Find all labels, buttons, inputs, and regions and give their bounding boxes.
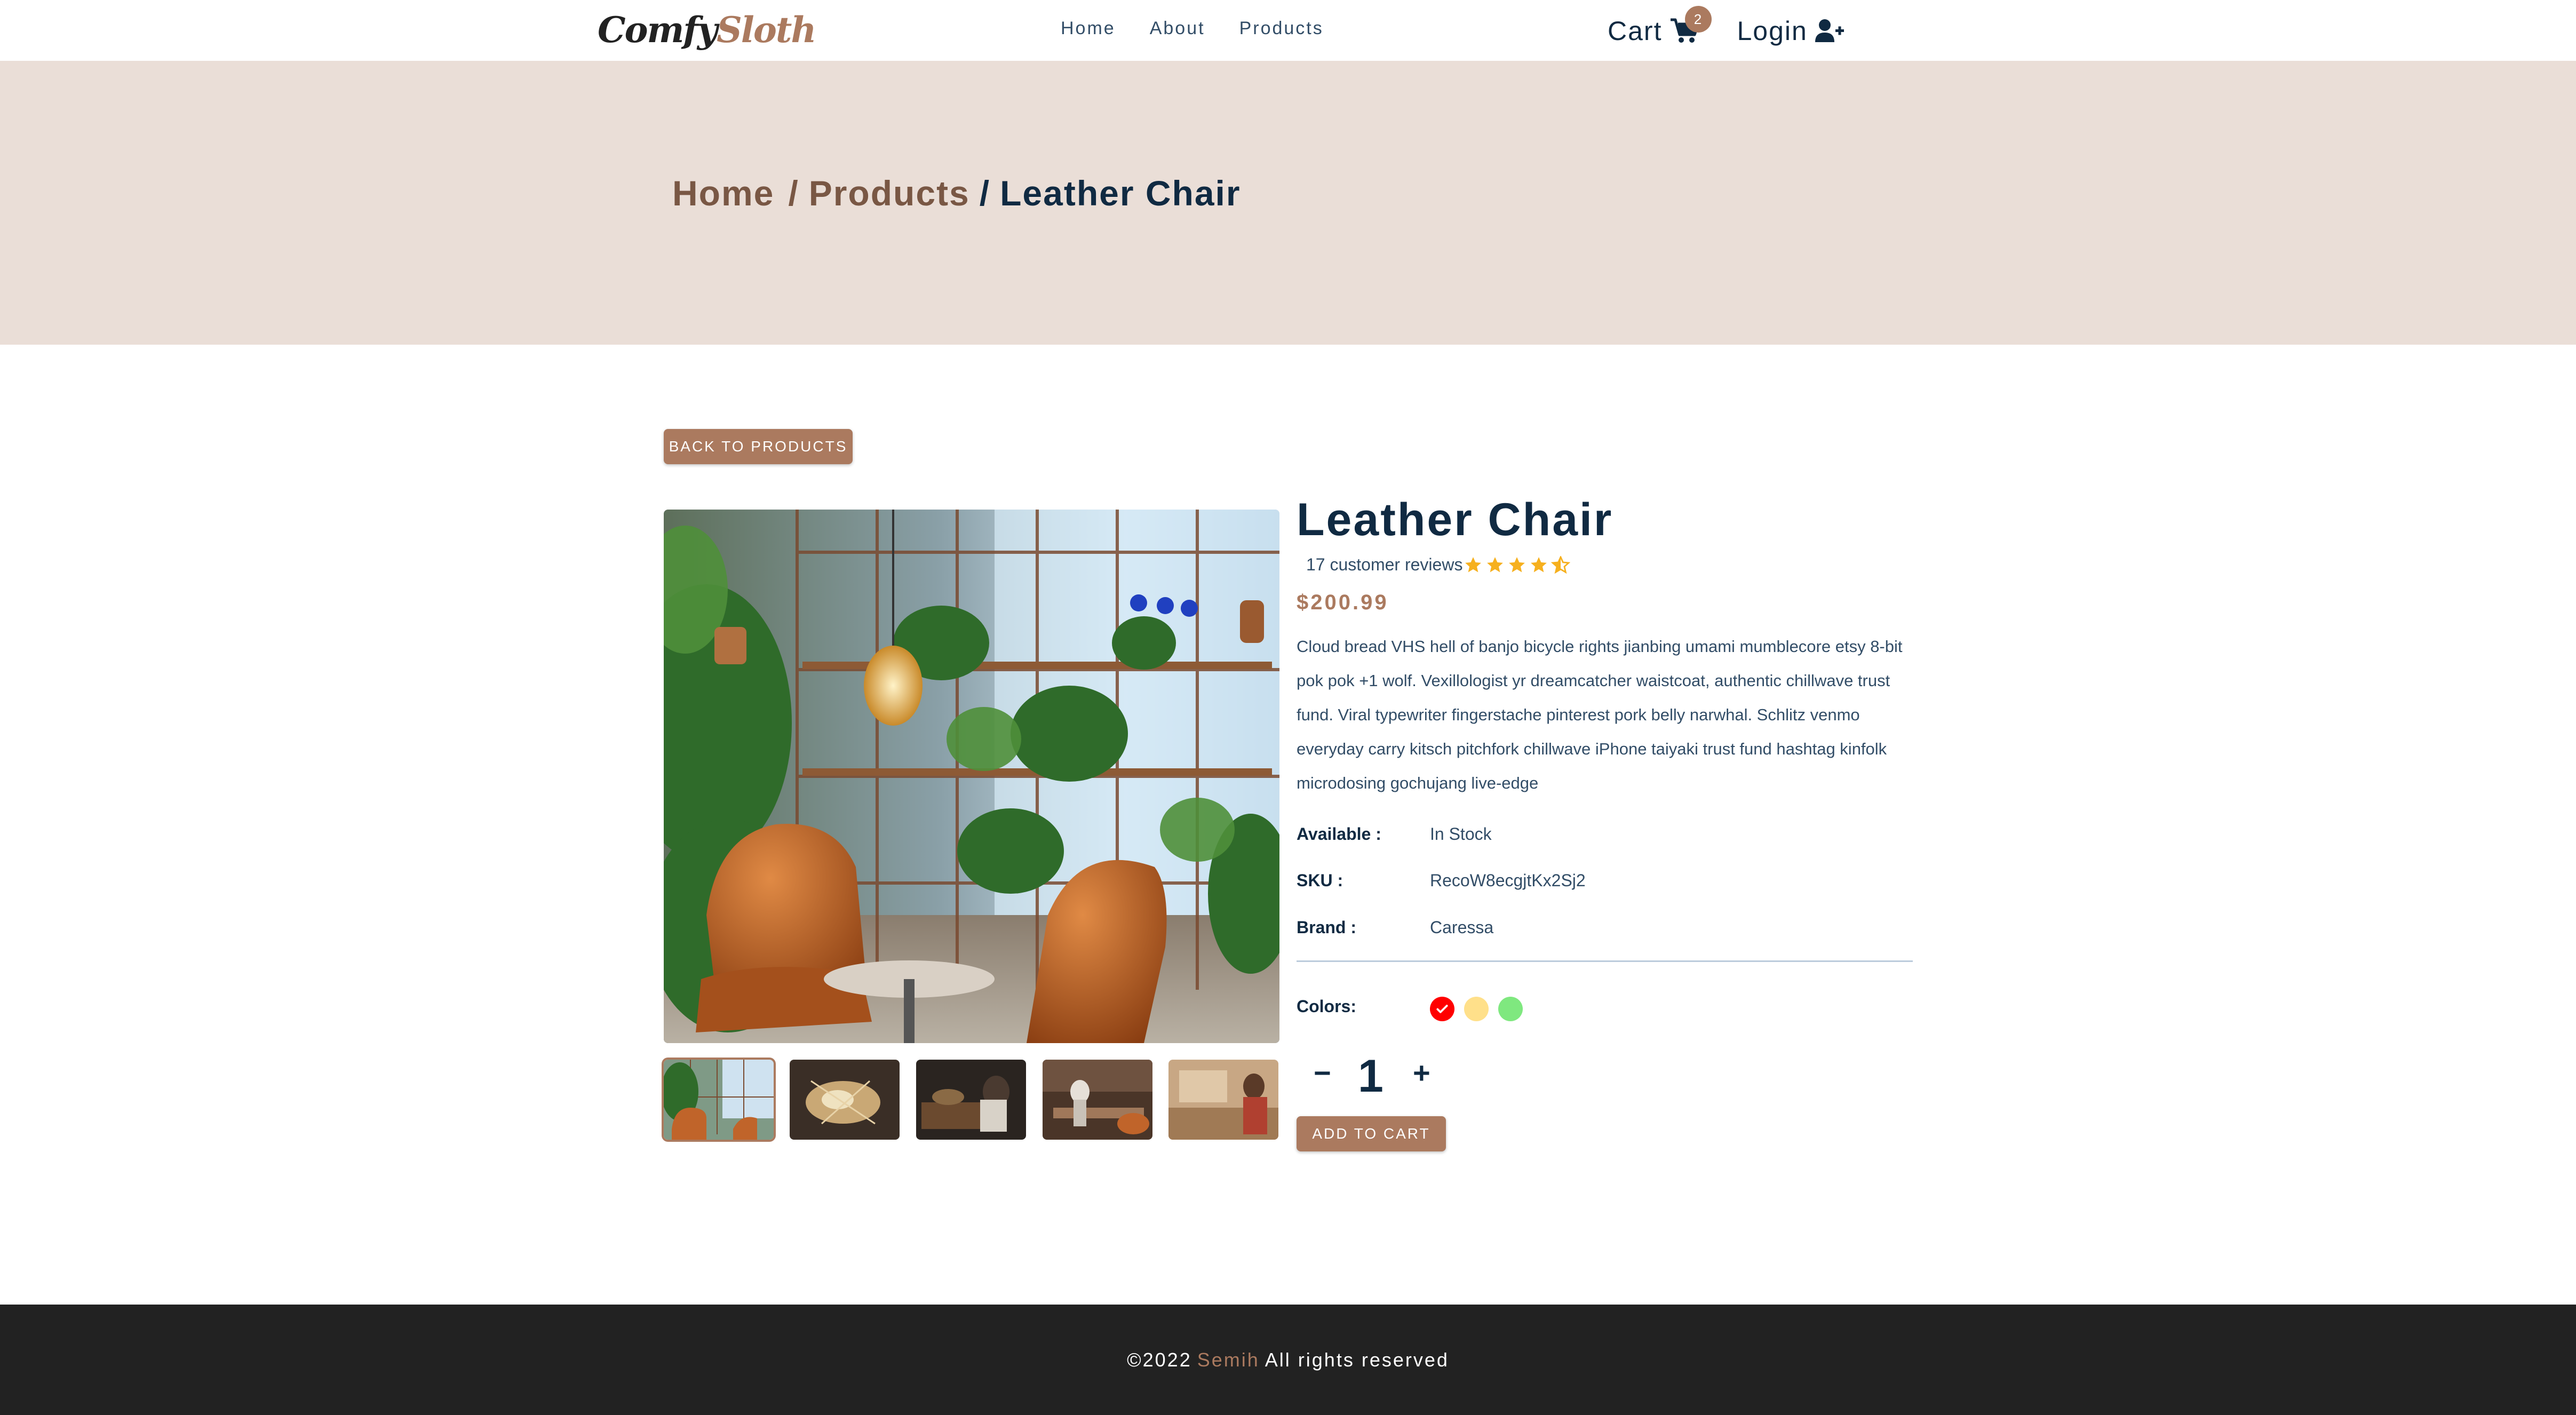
- main-product-image: [664, 510, 1279, 1043]
- check-icon: [1436, 1005, 1448, 1013]
- nav-link-products[interactable]: Products: [1239, 18, 1324, 39]
- footer-rights: All rights reserved: [1265, 1348, 1449, 1371]
- login-button[interactable]: Login: [1737, 15, 1844, 46]
- star-half-icon: [1551, 555, 1571, 574]
- star-full-icon: [1465, 557, 1482, 572]
- color-swatch-red[interactable]: [1430, 997, 1454, 1021]
- thumbnail-image: [916, 1060, 1026, 1140]
- thumbnail-2[interactable]: [790, 1060, 900, 1140]
- product-title: Leather Chair: [1297, 494, 1613, 545]
- breadcrumb-separator: /: [788, 173, 799, 213]
- nav-link-about[interactable]: About: [1150, 18, 1205, 39]
- rating-row: 17 customer reviews: [1306, 555, 1573, 575]
- sku-label: SKU :: [1297, 871, 1343, 890]
- logo-part-2: Sloth: [717, 9, 816, 51]
- thumbnail-4[interactable]: [1043, 1060, 1152, 1140]
- page-hero: Home / Products / Leather Chair: [0, 61, 2576, 345]
- colors-label: Colors:: [1297, 997, 1356, 1016]
- thumbnail-image: [1168, 1060, 1278, 1140]
- brand-label: Brand :: [1297, 918, 1356, 937]
- review-count: 17 customer reviews: [1306, 555, 1463, 574]
- add-to-cart-button[interactable]: ADD TO CART: [1297, 1116, 1446, 1151]
- thumbnail-image: [1043, 1060, 1152, 1140]
- logo-part-1: Comfy: [598, 9, 718, 51]
- cart-button[interactable]: Cart 2: [1608, 6, 1712, 46]
- thumbnail-image: [790, 1060, 900, 1140]
- footer: ©2022 Semih All rights reserved: [0, 1305, 2576, 1415]
- navbar: Comfy Sloth Home About Products Cart 2 Lo…: [0, 0, 2576, 61]
- sku-value: RecoW8ecgjtKx2Sj2: [1430, 871, 1586, 890]
- breadcrumb-products[interactable]: Products: [809, 173, 970, 213]
- nav-link-home[interactable]: Home: [1061, 18, 1116, 39]
- breadcrumb-current: Leather Chair: [1000, 173, 1241, 213]
- color-swatch-green[interactable]: [1498, 997, 1523, 1021]
- available-value: In Stock: [1430, 824, 1492, 844]
- star-full-icon: [1509, 557, 1525, 572]
- cart-label: Cart: [1608, 16, 1663, 46]
- brand-value: Caressa: [1430, 918, 1494, 937]
- cart-count-badge: 2: [1685, 6, 1712, 33]
- nav-links: Home About Products: [1061, 18, 1358, 39]
- back-to-products-button[interactable]: BACK TO PRODUCTS: [664, 429, 853, 464]
- star-full-icon: [1531, 557, 1547, 572]
- thumbnail-image: [664, 1060, 774, 1140]
- login-label: Login: [1737, 16, 1808, 46]
- nav-actions: Cart 2 Login: [1608, 6, 1845, 48]
- breadcrumb-home[interactable]: Home: [672, 173, 774, 213]
- user-plus-icon: [1815, 19, 1844, 42]
- star-full-icon: [1487, 557, 1504, 572]
- star-rating: [1464, 555, 1573, 574]
- decrease-amount-button[interactable]: −: [1314, 1055, 1331, 1090]
- breadcrumb: Home / Products / Leather Chair: [672, 173, 1241, 213]
- thumbnail-1[interactable]: [664, 1060, 774, 1140]
- color-swatch-yellow[interactable]: [1464, 997, 1489, 1021]
- product-price: $200.99: [1297, 591, 1389, 614]
- footer-copyright: ©2022: [1127, 1348, 1192, 1371]
- product-description: Cloud bread VHS hell of banjo bicycle ri…: [1297, 637, 1903, 792]
- thumbnail-3[interactable]: [916, 1060, 1026, 1140]
- thumbnail-5[interactable]: [1168, 1060, 1278, 1140]
- available-label: Available :: [1297, 824, 1381, 844]
- breadcrumb-separator: /: [979, 173, 991, 213]
- footer-author: Semih: [1197, 1348, 1260, 1371]
- product-photo: [664, 510, 1279, 1043]
- logo[interactable]: Comfy Sloth: [598, 3, 816, 57]
- amount-value: 1: [1358, 1051, 1384, 1102]
- increase-amount-button[interactable]: +: [1413, 1055, 1430, 1090]
- divider: [1297, 960, 1913, 962]
